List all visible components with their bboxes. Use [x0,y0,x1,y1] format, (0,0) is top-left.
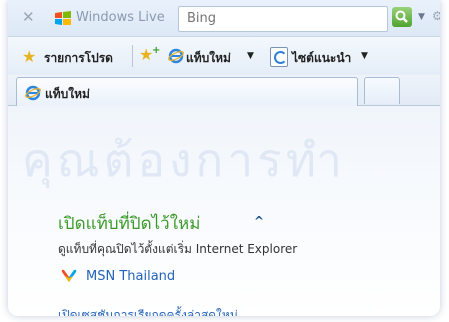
page-watermark: คุณต้องการทำ [22,133,346,187]
star-icon: ★ [22,47,37,66]
favorites-item-suggested-sites[interactable]: ไซต์แนะนำ [292,49,351,68]
search-provider-label[interactable]: Windows Live [76,10,165,25]
recent-link-msn-thailand[interactable]: MSN Thailand [86,269,175,284]
new-tab-button[interactable] [364,77,400,104]
msn-butterfly-icon [61,269,77,282]
favorites-label: รายการโปรด [44,51,113,65]
windows-live-icon[interactable] [54,10,72,26]
toolbar-separator [132,45,133,67]
suggested-sites-icon[interactable] [270,47,288,67]
plus-icon: + [152,45,161,56]
search-options-chevron-down-icon[interactable]: ▼ [418,12,425,22]
search-input[interactable] [179,7,357,30]
chevron-down-icon[interactable]: ▼ [247,51,254,61]
tab-strip: แท็บใหม่ [8,75,440,106]
search-box[interactable] [178,6,388,32]
reopen-closed-tabs-heading[interactable]: เปิดแท็บที่ปิดไว้ใหม่ [58,210,200,237]
chevron-up-icon[interactable]: ^ [254,214,264,228]
browser-window: ✕ Windows Live ▼ ⚙ ★ รายการโปรด ★ + [8,0,440,316]
search-icon [395,10,408,23]
reopen-closed-tabs-description: ดูแท็บที่คุณปิดไว้ตั้งแต่เริ่ม Internet … [58,242,298,256]
tab-new-tab[interactable]: แท็บใหม่ [16,77,358,106]
close-icon[interactable]: ✕ [22,8,35,26]
ie-icon[interactable] [168,48,184,64]
tab-title: แท็บใหม่ [45,87,90,101]
search-button[interactable] [392,7,412,27]
reopen-last-session-link[interactable]: เปิดเซสชันการเรียกดูครั้งล่าสุดใหม่ [58,306,238,316]
favorites-item-new-tab[interactable]: แท็บใหม่ [186,49,231,68]
new-tab-page: คุณต้องการทำ เปิดแท็บที่ปิดไว้ใหม่ ^ ดูแ… [8,106,440,316]
favorites-bar: ★ รายการโปรด ★ + แท็บใหม่ ▼ ไซต์แนะนำ ▼ [8,36,440,76]
chevron-down-icon[interactable]: ▼ [361,51,368,61]
ie-icon [25,85,41,101]
tools-icon[interactable]: ⚙ [432,9,440,23]
search-toolbar: ✕ Windows Live ▼ ⚙ [8,0,440,36]
